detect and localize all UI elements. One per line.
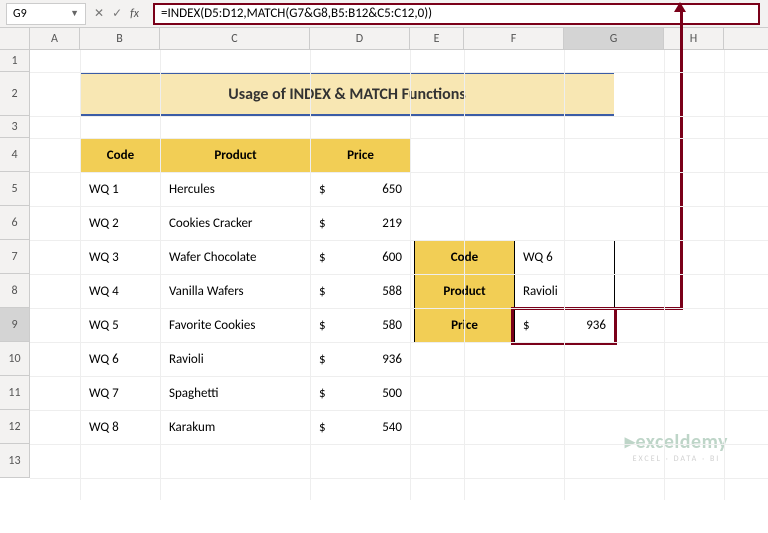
cell-price[interactable]: $500	[311, 377, 411, 411]
table-row: WQ 5Favorite Cookies$580	[81, 309, 411, 343]
table-row: WQ 7Spaghetti$500	[81, 377, 411, 411]
cell-product[interactable]: Favorite Cookies	[161, 309, 311, 343]
row-header-6[interactable]: 6	[0, 206, 30, 240]
watermark: ▸exceldemy EXCEL · DATA · BI	[625, 429, 728, 464]
enter-icon[interactable]: ✓	[112, 6, 122, 21]
row-header-4[interactable]: 4	[0, 138, 30, 172]
cell-product[interactable]: Spaghetti	[161, 377, 311, 411]
lookup-row: Price$936	[415, 309, 615, 343]
name-box[interactable]: G9 ▼	[6, 3, 86, 25]
cell-code[interactable]: WQ 7	[81, 377, 161, 411]
formula-bar: G9 ▼ ✕ ✓ fx =INDEX(D5:D12,MATCH(G7&G8,B5…	[0, 0, 768, 28]
column-headers: ABCDEFGH	[0, 28, 768, 50]
cell-product[interactable]: Hercules	[161, 173, 311, 207]
row-header-8[interactable]: 8	[0, 274, 30, 308]
col-header-C[interactable]: C	[160, 28, 310, 49]
col-header-E[interactable]: E	[410, 28, 464, 49]
formula-bar-buttons: ✕ ✓ fx	[94, 6, 145, 21]
row-header-12[interactable]: 12	[0, 410, 30, 444]
table-row: WQ 8Karakum$540	[81, 411, 411, 445]
row-header-2[interactable]: 2	[0, 72, 30, 116]
arrow-vertical	[680, 12, 683, 310]
cell-code[interactable]: WQ 3	[81, 241, 161, 275]
cell-code[interactable]: WQ 6	[81, 343, 161, 377]
cell-product[interactable]: Vanilla Wafers	[161, 275, 311, 309]
title-text: Usage of INDEX & MATCH Functions	[228, 85, 465, 104]
row-header-9[interactable]: 9	[0, 308, 30, 342]
cell-price[interactable]: $936	[311, 343, 411, 377]
cell-product[interactable]: Wafer Chocolate	[161, 241, 311, 275]
name-box-value: G9	[13, 7, 27, 21]
watermark-brand: exceldemy	[635, 430, 728, 454]
col-header-H[interactable]: H	[664, 28, 724, 49]
cells-area[interactable]: Usage of INDEX & MATCH Functions Code Pr…	[30, 50, 768, 500]
cell-price[interactable]: $600	[311, 241, 411, 275]
cell-price[interactable]: $580	[311, 309, 411, 343]
cell-price[interactable]: $650	[311, 173, 411, 207]
table-row: WQ 3Wafer Chocolate$600	[81, 241, 411, 275]
formula-text: =INDEX(D5:D12,MATCH(G7&G8,B5:B12&C5:C12,…	[161, 6, 432, 21]
main-th-price: Price	[311, 139, 411, 173]
main-table: Code Product Price WQ 1Hercules$650WQ 2C…	[80, 138, 411, 445]
cell-price[interactable]: $540	[311, 411, 411, 445]
cell-code[interactable]: WQ 8	[81, 411, 161, 445]
row-header-13[interactable]: 13	[0, 444, 30, 478]
name-box-dropdown-icon[interactable]: ▼	[70, 8, 79, 19]
cell-product[interactable]: Karakum	[161, 411, 311, 445]
cell-product[interactable]: Cookies Cracker	[161, 207, 311, 241]
cell-price[interactable]: $588	[311, 275, 411, 309]
row-header-3[interactable]: 3	[0, 116, 30, 138]
cell-product[interactable]: Ravioli	[161, 343, 311, 377]
row-header-1[interactable]: 1	[0, 50, 30, 72]
cell-price[interactable]: $219	[311, 207, 411, 241]
select-all-corner[interactable]	[0, 28, 30, 49]
cancel-icon[interactable]: ✕	[94, 6, 104, 21]
fx-icon[interactable]: fx	[130, 7, 139, 21]
col-header-F[interactable]: F	[464, 28, 564, 49]
table-row: WQ 2Cookies Cracker$219	[81, 207, 411, 241]
col-header-D[interactable]: D	[310, 28, 410, 49]
lookup-table: CodeWQ 6ProductRavioliPrice$936	[414, 240, 615, 343]
formula-input[interactable]: =INDEX(D5:D12,MATCH(G7&G8,B5:B12&C5:C12,…	[153, 3, 760, 25]
main-th-code: Code	[81, 139, 161, 173]
col-header-G[interactable]: G	[564, 28, 664, 49]
cell-code[interactable]: WQ 1	[81, 173, 161, 207]
col-header-A[interactable]: A	[30, 28, 80, 49]
table-row: WQ 6Ravioli$936	[81, 343, 411, 377]
row-header-7[interactable]: 7	[0, 240, 30, 274]
lookup-row: CodeWQ 6	[415, 241, 615, 275]
main-th-product: Product	[161, 139, 311, 173]
cell-code[interactable]: WQ 2	[81, 207, 161, 241]
cell-code[interactable]: WQ 4	[81, 275, 161, 309]
watermark-tagline: EXCEL · DATA · BI	[625, 454, 728, 464]
lookup-row: ProductRavioli	[415, 275, 615, 309]
table-row: WQ 1Hercules$650	[81, 173, 411, 207]
grid-body: 12345678910111213 Usage of INDEX & MATCH…	[0, 50, 768, 500]
col-header-B[interactable]: B	[80, 28, 160, 49]
table-row: WQ 4Vanilla Wafers$588	[81, 275, 411, 309]
row-header-5[interactable]: 5	[0, 172, 30, 206]
row-header-11[interactable]: 11	[0, 376, 30, 410]
row-header-10[interactable]: 10	[0, 342, 30, 376]
cell-code[interactable]: WQ 5	[81, 309, 161, 343]
row-headers: 12345678910111213	[0, 50, 30, 500]
